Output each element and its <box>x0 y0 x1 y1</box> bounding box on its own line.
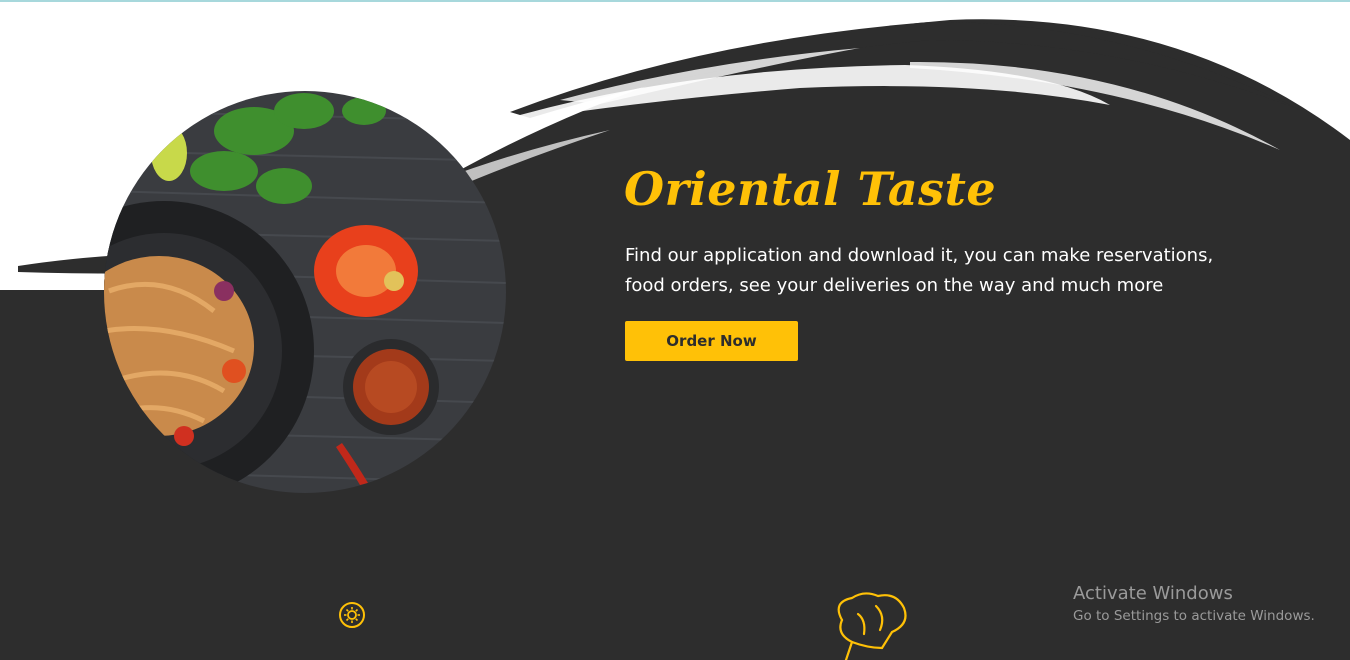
windows-activation-watermark: Activate Windows Go to Settings to activ… <box>1073 583 1315 624</box>
hero-description-line-1: Find our application and download it, yo… <box>625 245 1214 266</box>
order-now-button[interactable]: Order Now <box>625 321 798 361</box>
hero-description: Find our application and download it, yo… <box>625 241 1245 301</box>
watermark-subtitle: Go to Settings to activate Windows. <box>1073 608 1315 624</box>
chef-hat-icon <box>837 592 907 660</box>
food-dish-image <box>104 91 506 493</box>
hero-title: Oriental Taste <box>624 162 997 216</box>
sun-icon <box>339 602 365 628</box>
hero-description-line-2: food orders, see your deliveries on the … <box>625 275 1164 296</box>
hero-section: Oriental Taste Find our application and … <box>0 0 1350 660</box>
watermark-title: Activate Windows <box>1073 583 1233 604</box>
